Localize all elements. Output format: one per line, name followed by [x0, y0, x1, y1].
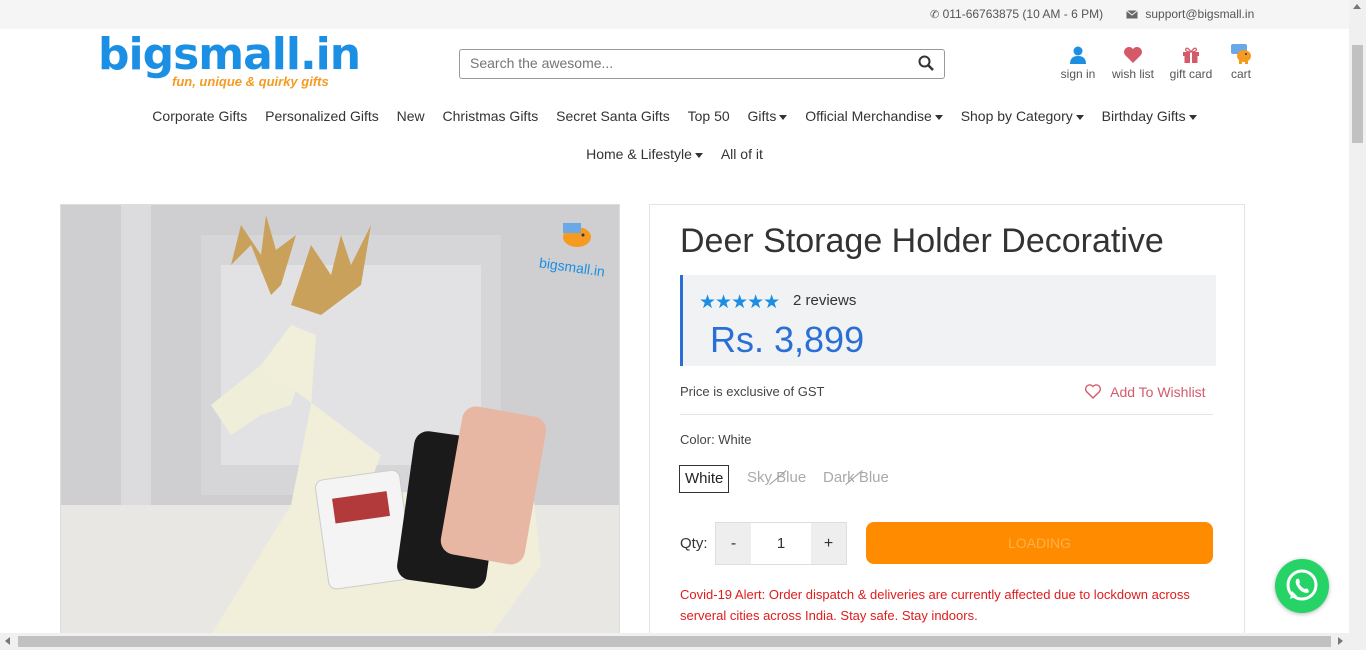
nav-official-merchandise-label: Official Merchandise	[805, 108, 932, 124]
search-box	[459, 49, 945, 79]
caret-down-icon	[1075, 114, 1084, 120]
email-info[interactable]: support@bigsmall.in	[1126, 7, 1254, 21]
phone-info[interactable]: ✆ 011-66763875 (10 AM - 6 PM)	[930, 7, 1103, 21]
quantity-stepper: - 1 +	[715, 522, 847, 565]
color-option-dark-blue[interactable]: Dark Blue	[823, 465, 889, 491]
qty-decrement-button[interactable]: -	[716, 523, 751, 564]
nav-new[interactable]: New	[397, 108, 425, 124]
vertical-scroll-thumb[interactable]	[1352, 45, 1363, 143]
nav-personalized-gifts[interactable]: Personalized Gifts	[265, 108, 379, 124]
product-price: Rs. 3,899	[710, 319, 865, 360]
search-input[interactable]	[460, 50, 900, 76]
nav-home-lifestyle-label: Home & Lifestyle	[586, 146, 692, 162]
nav-christmas-gifts[interactable]: Christmas Gifts	[443, 108, 539, 124]
color-option-sky-blue[interactable]: Sky Blue	[747, 465, 806, 491]
search-icon[interactable]	[918, 55, 934, 71]
email-address: support@bigsmall.in	[1145, 7, 1255, 21]
color-label: Color: White	[680, 432, 752, 447]
product-title: Deer Storage Holder Decorative	[680, 222, 1164, 260]
rating-stars-icon[interactable]: ★★★★★	[699, 291, 780, 314]
giftcard-link[interactable]: gift card	[1168, 42, 1214, 81]
product-image[interactable]: bigsmall.in	[60, 204, 620, 636]
nav-top-50[interactable]: Top 50	[688, 108, 730, 124]
scroll-left-arrow-icon[interactable]	[5, 637, 10, 645]
heart-icon	[1110, 42, 1156, 64]
add-to-wishlist-link[interactable]: Add To Wishlist	[1084, 384, 1206, 400]
nav-gifts-dropdown[interactable]: Gifts	[748, 108, 788, 124]
add-to-wishlist-label: Add To Wishlist	[1110, 384, 1206, 400]
caret-down-icon	[779, 114, 788, 120]
gst-note: Price is exclusive of GST	[680, 384, 825, 399]
caret-down-icon	[1188, 114, 1197, 120]
color-option-white[interactable]: White	[679, 465, 730, 493]
giftcard-label: gift card	[1169, 67, 1213, 81]
qty-increment-button[interactable]: +	[811, 523, 846, 564]
logo-wordmark: bigsmall.in	[98, 29, 361, 80]
phone-icon: ✆	[930, 9, 940, 21]
horizontal-scroll-thumb[interactable]	[18, 636, 1331, 647]
covid-alert: Covid-19 Alert: Order dispatch & deliver…	[680, 587, 1190, 623]
wishlist-label: wish list	[1111, 67, 1154, 81]
whatsapp-chat-button[interactable]	[1275, 559, 1329, 613]
nav-shop-by-category-label: Shop by Category	[960, 108, 1073, 124]
product-info-panel	[649, 204, 1245, 646]
nav-corporate-gifts[interactable]: Corporate Gifts	[152, 108, 247, 124]
signin-link[interactable]: sign in	[1060, 42, 1096, 81]
divider	[680, 414, 1213, 415]
wishlist-link[interactable]: wish list	[1110, 42, 1156, 81]
add-to-cart-button[interactable]: LOADING	[866, 522, 1213, 564]
top-bar: ✆ 011-66763875 (10 AM - 6 PM) support@bi…	[0, 0, 1349, 29]
nav-official-merchandise-dropdown[interactable]: Official Merchandise	[805, 108, 943, 124]
gift-icon	[1168, 42, 1214, 64]
main-nav-row-1: Corporate Gifts Personalized Gifts New C…	[0, 108, 1349, 124]
scroll-right-arrow-icon[interactable]	[1338, 637, 1343, 645]
nav-gifts-label: Gifts	[747, 108, 777, 124]
signin-label: sign in	[1060, 67, 1096, 81]
image-watermark-logo: bigsmall.in	[538, 215, 611, 285]
qty-value-input[interactable]: 1	[751, 523, 811, 564]
nav-birthday-gifts-dropdown[interactable]: Birthday Gifts	[1102, 108, 1197, 124]
cart-elephant-icon	[1226, 42, 1256, 64]
site-logo[interactable]: bigsmall.in fun, unique & quirky gifts	[98, 29, 361, 90]
price-box: ★★★★★ 2 reviews Rs. 3,899	[680, 275, 1216, 366]
scroll-up-arrow-icon[interactable]	[1353, 4, 1361, 9]
user-icon	[1060, 42, 1096, 64]
phone-number: 011-66763875 (10 AM - 6 PM)	[942, 7, 1104, 21]
nav-all-of-it[interactable]: All of it	[721, 146, 763, 162]
main-nav-row-2: Home & Lifestyle All of it	[0, 146, 1349, 162]
color-option-dark-blue-label: Dark Blue	[823, 469, 889, 486]
mail-icon	[1126, 7, 1145, 21]
nav-shop-by-category-dropdown[interactable]: Shop by Category	[961, 108, 1084, 124]
whatsapp-icon	[1286, 569, 1318, 601]
reviews-count[interactable]: 2 reviews	[793, 292, 856, 309]
caret-down-icon	[694, 152, 703, 158]
cart-link[interactable]: cart	[1226, 42, 1256, 81]
nav-secret-santa-gifts[interactable]: Secret Santa Gifts	[556, 108, 670, 124]
quantity-label: Qty:	[680, 535, 708, 552]
caret-down-icon	[934, 114, 943, 120]
nav-home-lifestyle-dropdown[interactable]: Home & Lifestyle	[586, 146, 703, 162]
cart-label: cart	[1230, 67, 1251, 81]
nav-birthday-gifts-label: Birthday Gifts	[1101, 108, 1186, 124]
heart-outline-icon	[1084, 384, 1110, 400]
